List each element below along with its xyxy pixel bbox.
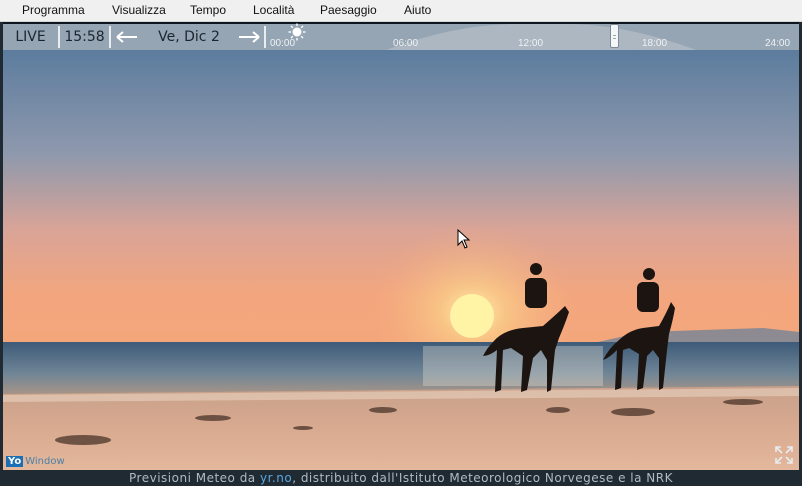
arrow-right-icon[interactable] (237, 29, 261, 45)
menu-programma[interactable]: Programma (22, 3, 85, 17)
tick-label: 18:00 (642, 38, 668, 49)
arrow-left-icon[interactable] (115, 29, 139, 45)
tick-label: 06:00 (393, 38, 419, 49)
yowindow-logo[interactable]: Yo Window (6, 455, 66, 468)
time-slider-handle[interactable] (610, 24, 620, 48)
menu-bar: Programma Visualizza Tempo Località Paes… (0, 0, 802, 22)
tick-label: 24:00 (765, 38, 791, 49)
expand-icon (775, 446, 793, 464)
logo-prefix: Yo (6, 456, 24, 467)
current-time: 15:58 (64, 29, 105, 45)
fullscreen-button[interactable] (774, 445, 794, 465)
day-timeline[interactable]: 00:00 06:00 12:00 18:00 24:00 (266, 23, 799, 50)
divider (109, 26, 111, 48)
menu-localita[interactable]: Località (253, 3, 294, 17)
menu-visualizza[interactable]: Visualizza (112, 3, 166, 17)
landscape-scene (3, 50, 799, 470)
mouse-cursor-icon (457, 229, 471, 249)
logo-suffix: Window (25, 456, 65, 467)
menu-paesaggio[interactable]: Paesaggio (320, 3, 377, 17)
attribution-footer: Previsioni Meteo da yr.no, distribuito d… (0, 470, 802, 486)
tick-label: 00:00 (270, 38, 296, 49)
live-button[interactable]: LIVE (3, 24, 58, 50)
footer-suffix: , distribuito dall'Istituto Meteorologic… (292, 471, 673, 485)
current-date: Ve, Dic 2 (158, 29, 220, 45)
tick-label: 12:00 (518, 38, 544, 49)
yr-link[interactable]: yr.no (260, 471, 292, 485)
menu-tempo[interactable]: Tempo (190, 3, 226, 17)
beach-sunset-illustration (3, 50, 799, 470)
footer-prefix: Previsioni Meteo da (129, 471, 260, 485)
menu-aiuto[interactable]: Aiuto (404, 3, 431, 17)
